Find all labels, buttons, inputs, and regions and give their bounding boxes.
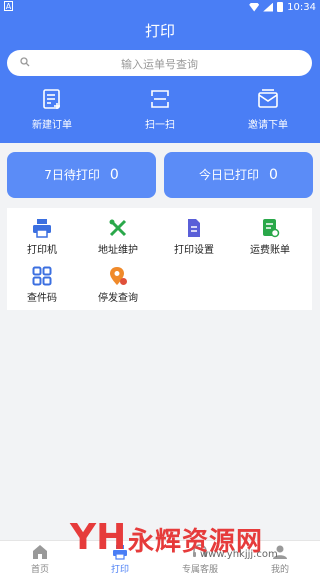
tracking-code-item[interactable]: 查件码: [7, 266, 77, 304]
document-icon: [188, 219, 200, 237]
printer-label: 打印机: [27, 245, 57, 256]
scan-button[interactable]: 扫一扫: [120, 88, 200, 131]
home-icon: [33, 545, 47, 559]
printed-today-value: 0: [269, 167, 278, 183]
search-placeholder: 输入运单号查询: [121, 58, 198, 71]
tracking-code-label: 查件码: [27, 293, 57, 304]
printer-icon: [33, 219, 51, 238]
watermark: YH 永辉资源网 www.yhkjjj.com: [70, 517, 320, 560]
pending-print-card[interactable]: 7日待打印 0: [7, 152, 156, 198]
quick-actions: 新建订单 扫一扫 邀请下单: [0, 88, 320, 138]
printer-item[interactable]: 打印机: [7, 218, 77, 256]
feature-grid: 打印机 地址维护 打印设置 运费账单 查件码 停发查询: [7, 208, 312, 310]
pending-print-value: 0: [109, 167, 119, 183]
search-input[interactable]: 输入运单号查询: [7, 50, 312, 76]
header: 打印 输入运单号查询 新建订单 扫一扫 邀请下单: [0, 14, 320, 143]
wifi-icon: [249, 2, 260, 12]
new-order-label: 新建订单: [32, 120, 72, 131]
printed-today-text: 今日已打印 0: [164, 166, 313, 183]
suspension-query-item[interactable]: 停发查询: [83, 266, 153, 304]
page-title: 打印: [144, 22, 175, 40]
watermark-logo: YH: [70, 517, 127, 558]
tab-print-label: 打印: [110, 565, 129, 575]
new-order-button[interactable]: 新建订单: [12, 88, 92, 131]
tab-profile-label: 我的: [270, 565, 289, 575]
status-bar: A 10:34: [0, 0, 320, 14]
address-maintenance-label: 地址维护: [98, 245, 138, 256]
invite-order-icon: [258, 89, 278, 108]
bill-icon: [263, 219, 280, 238]
print-settings-label: 打印设置: [174, 245, 214, 256]
freight-bill-label: 运费账单: [250, 245, 290, 256]
notification-badge: A: [4, 1, 13, 11]
scan-icon: [151, 90, 169, 108]
new-order-icon: [43, 89, 60, 109]
signal-icon: [263, 2, 274, 12]
qrcode-icon: [32, 266, 52, 286]
freight-bill-item[interactable]: 运费账单: [235, 218, 305, 256]
invite-order-label: 邀请下单: [248, 120, 288, 131]
watermark-url: www.yhkjjj.com: [200, 549, 278, 560]
status-time: 10:34: [287, 1, 316, 13]
scan-label: 扫一扫: [145, 120, 175, 131]
printed-today-label: 今日已打印: [199, 168, 260, 182]
suspension-query-label: 停发查询: [98, 293, 138, 304]
print-settings-item[interactable]: 打印设置: [159, 218, 229, 256]
pending-print-text: 7日待打印 0: [7, 166, 156, 183]
pending-print-label: 7日待打印: [44, 168, 100, 182]
status-icons: 10:34: [249, 0, 316, 14]
tab-service-label: 专属客服: [181, 565, 218, 575]
location-pin-icon: [110, 267, 127, 285]
invite-order-button[interactable]: 邀请下单: [228, 88, 308, 131]
address-maintenance-item[interactable]: 地址维护: [83, 218, 153, 256]
tools-icon: [109, 219, 127, 237]
battery-icon: [277, 2, 284, 12]
tab-home[interactable]: 首页: [0, 544, 80, 575]
tab-home-label: 首页: [30, 565, 49, 575]
printed-today-card[interactable]: 今日已打印 0: [164, 152, 313, 198]
